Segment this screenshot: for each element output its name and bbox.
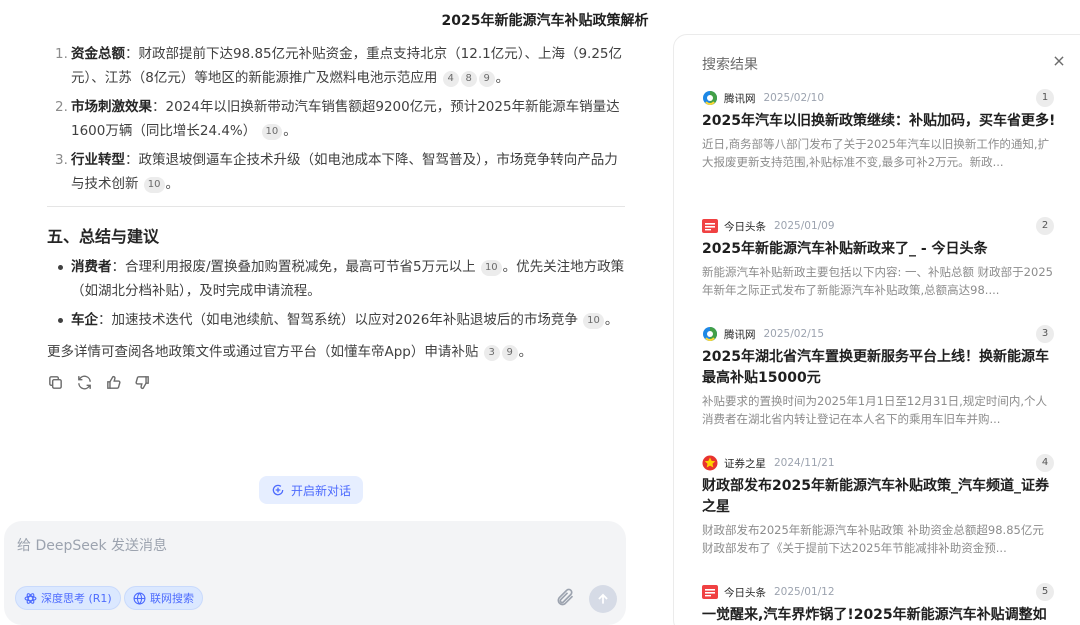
citation-badge[interactable]: 10: [480, 260, 502, 276]
citation-badge[interactable]: 10: [261, 124, 283, 140]
advice-list: 消费者：合理利用报废/置换叠加购置税减免，最高可节省5万元以上 10 。优先关注地…: [47, 255, 627, 332]
list-item: 1. 资金总额：财政部提前下达98.85亿元补贴资金，重点支持北京（12.1亿元…: [55, 46, 623, 87]
result-snippet: 近日,商务部等八部门发布了关于2025年汽车以旧换新工作的通知,扩大报废更新支持…: [702, 137, 1050, 169]
result-date: 2025/02/15: [763, 328, 825, 340]
result-source: 今日头条: [724, 586, 766, 599]
web-search-toggle[interactable]: 联网搜索: [124, 586, 203, 610]
list-item: 2. 市场刺激效果：2024年以旧换新带动汽车销售额超9200亿元，预计2025…: [55, 99, 620, 140]
search-result[interactable]: 今日头条 2025/01/12 5 一觉醒来,汽车界炸锅了!2025年新能源汽车…: [702, 583, 1058, 625]
closing-paragraph: 更多详情可查阅各地政策文件或通过官方平台（如懂车帝App）申请补贴 3 9。: [47, 344, 533, 361]
result-source: 证券之星: [724, 457, 766, 470]
new-chat-button[interactable]: 开启新对话: [259, 476, 364, 504]
result-date: 2025/01/09: [774, 220, 835, 232]
result-index: 2: [1036, 217, 1054, 235]
paperclip-icon[interactable]: [555, 587, 575, 609]
result-index: 1: [1036, 89, 1054, 107]
result-source: 腾讯网: [724, 92, 756, 105]
list-item: 消费者：合理利用报废/置换叠加购置税减免，最高可节省5万元以上 10 。优先关注地…: [47, 255, 627, 303]
result-index: 5: [1036, 583, 1054, 601]
list-item: 车企：加速技术迭代（如电池续航、智驾系统）以应对2026年补贴退坡后的市场竞争 …: [47, 308, 627, 332]
close-icon[interactable]: [1052, 53, 1066, 67]
list-item: 3. 行业转型：政策退坡倒逼车企技术升级（如电池成本下降、智驾普及），市场竞争转…: [55, 152, 618, 193]
copy-icon[interactable]: [47, 374, 64, 391]
message-composer: 给 DeepSeek 发送消息 深度思考 (R1) 联网搜索: [4, 521, 626, 625]
stockstar-icon: [702, 455, 718, 471]
search-result[interactable]: 证券之星 2024/11/21 4 财政部发布2025年新能源汽车补贴政策_汽车…: [702, 454, 1058, 557]
citation-badge[interactable]: 9: [478, 71, 495, 87]
result-snippet: 新能源汽车补贴新政主要包括以下内容: 一、补贴总额 财政部于2025年新年之际正…: [702, 265, 1053, 297]
atom-icon: [24, 592, 37, 604]
tencent-news-icon: [702, 326, 718, 342]
citation-badge[interactable]: 10: [583, 313, 604, 329]
tencent-news-icon: [702, 90, 718, 106]
result-source: 今日头条: [724, 220, 766, 233]
panel-title: 搜索结果: [702, 57, 758, 73]
message-actions: [47, 374, 627, 391]
result-title[interactable]: 2025年新能源汽车补贴新政来了_ - 今日头条: [702, 239, 1058, 260]
result-snippet: 补贴要求的置换时间为2025年1月1日至12月31日,规定时间内,个人消费者在湖…: [702, 394, 1047, 426]
page-title: 2025年新能源汽车补贴政策解析: [441, 13, 649, 29]
result-snippet: 财政部发布2025年新能源汽车补贴政策 补助资金总额超98.85亿元 财政部发布…: [702, 523, 1044, 555]
section-heading: 五、总结与建议: [47, 227, 160, 246]
citation-badge[interactable]: 3: [483, 345, 500, 361]
result-title[interactable]: 2025年汽车以旧换新政策继续：补贴加码，买车省更多!: [702, 111, 1058, 132]
search-result[interactable]: 今日头条 2025/01/09 2 2025年新能源汽车补贴新政来了_ - 今日…: [702, 217, 1058, 299]
toutiao-icon: [702, 218, 718, 234]
thumbs-down-icon[interactable]: [134, 374, 151, 391]
section-divider: [47, 206, 625, 207]
thumbs-up-icon[interactable]: [105, 374, 122, 391]
toutiao-icon: [702, 584, 718, 600]
search-result[interactable]: 腾讯网 2025/02/15 3 2025年湖北省汽车置换更新服务平台上线！换新…: [702, 325, 1058, 428]
result-date: 2024/11/21: [774, 457, 835, 469]
result-title[interactable]: 一觉醒来,汽车界炸锅了!2025年新能源汽车补贴调整如: [702, 605, 1058, 625]
deep-think-toggle[interactable]: 深度思考 (R1): [15, 586, 121, 610]
chat-answer: 1. 资金总额：财政部提前下达98.85亿元补贴资金，重点支持北京（12.1亿元…: [47, 42, 627, 391]
citation-badge[interactable]: 10: [143, 177, 165, 193]
result-date: 2025/02/10: [763, 92, 825, 104]
result-index: 4: [1036, 454, 1054, 472]
send-button[interactable]: [589, 585, 617, 613]
result-index: 3: [1036, 325, 1054, 343]
result-title[interactable]: 财政部发布2025年新能源汽车补贴政策_汽车频道_证券之星: [702, 476, 1058, 518]
citation-badge[interactable]: 9: [501, 345, 518, 361]
new-chat-icon: [272, 484, 284, 496]
globe-icon: [133, 591, 146, 605]
citation-badge[interactable]: 8: [460, 71, 477, 87]
summary-list: 1. 资金总额：财政部提前下达98.85亿元补贴资金，重点支持北京（12.1亿元…: [47, 42, 627, 196]
message-input[interactable]: 给 DeepSeek 发送消息: [17, 535, 167, 555]
result-title[interactable]: 2025年湖北省汽车置换更新服务平台上线！换新能源车最高补贴15000元: [702, 347, 1058, 389]
result-date: 2025/01/12: [774, 586, 835, 598]
search-result[interactable]: 腾讯网 2025/02/10 1 2025年汽车以旧换新政策继续：补贴加码，买车…: [702, 89, 1058, 171]
citation-badge[interactable]: 4: [442, 71, 459, 87]
search-results-panel: 搜索结果 腾讯网 2025/02/10 1 2025年汽车以旧换新政策继续：补贴…: [673, 34, 1080, 625]
regenerate-icon[interactable]: [76, 374, 93, 391]
arrow-up-icon: [598, 593, 608, 604]
result-source: 腾讯网: [724, 328, 756, 341]
